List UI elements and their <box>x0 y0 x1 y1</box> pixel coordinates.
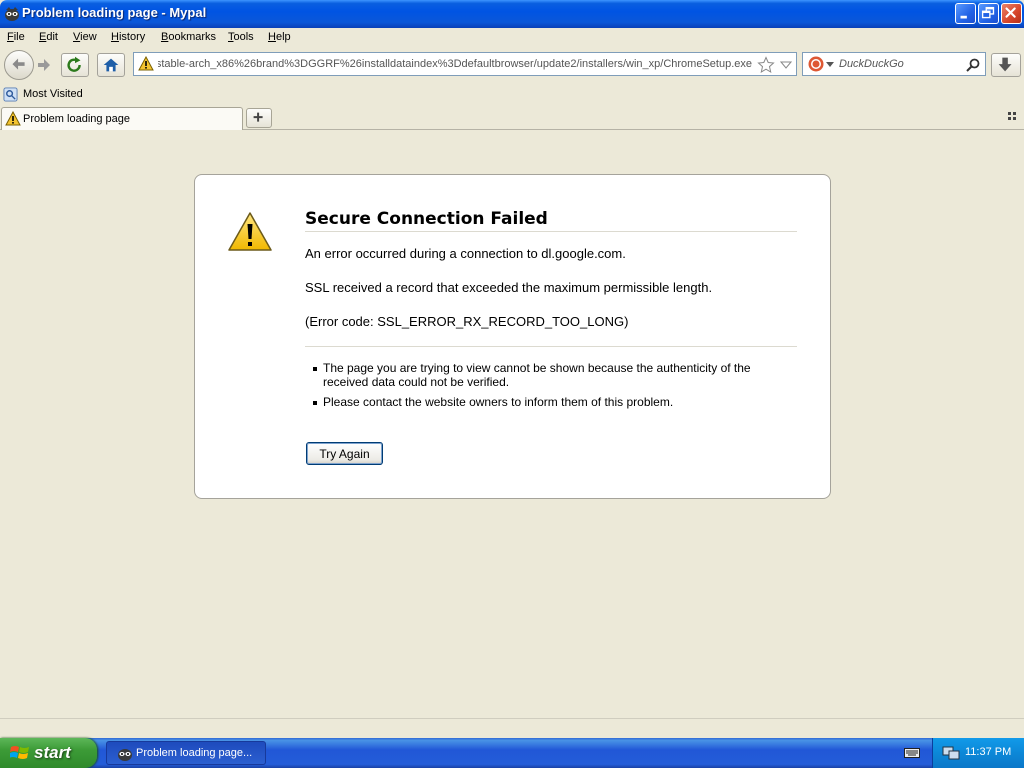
tab-problem-loading[interactable]: Problem loading page <box>1 107 243 130</box>
network-icon[interactable] <box>942 745 960 761</box>
menu-history[interactable]: History <box>108 29 148 46</box>
error-detail: SSL received a record that exceeded the … <box>305 280 713 295</box>
error-card: Secure Connection Failed An error occurr… <box>194 174 831 499</box>
error-message: An error occurred during a connection to… <box>305 246 626 261</box>
bookmarks-toolbar: Most Visited <box>0 84 1024 105</box>
reload-button[interactable] <box>61 53 89 77</box>
bookmark-folder-icon <box>3 87 18 102</box>
error-title: Secure Connection Failed <box>305 209 548 229</box>
back-icon <box>12 58 25 70</box>
search-engine-dropdown-icon[interactable] <box>826 62 834 68</box>
tab-label: Problem loading page <box>23 113 131 125</box>
warning-icon <box>138 56 154 71</box>
bookmark-most-visited[interactable]: Most Visited <box>23 88 83 100</box>
search-icon[interactable] <box>965 57 981 73</box>
new-tab-button[interactable] <box>246 108 272 128</box>
menu-edit[interactable]: Edit <box>36 29 61 46</box>
menu-file[interactable]: File <box>4 29 28 46</box>
menu-tools[interactable]: Tools <box>225 29 257 46</box>
clock[interactable]: 11:37 PM <box>965 746 1011 758</box>
menu-view[interactable]: View <box>70 29 100 46</box>
status-bar-divider <box>0 718 1024 719</box>
close-icon <box>1005 7 1016 18</box>
reload-icon <box>67 56 81 72</box>
taskbar-item-label: Problem loading page... <box>136 747 253 759</box>
search-input[interactable]: DuckDuckGo <box>839 58 904 70</box>
keyboard-icon[interactable] <box>904 747 920 759</box>
list-item: The page you are trying to view cannot b… <box>313 361 783 389</box>
minimize-icon <box>960 15 967 19</box>
menu-bar: File Edit View History Bookmarks Tools H… <box>0 28 1024 48</box>
mypal-icon <box>118 749 132 761</box>
new-tab-icon <box>253 112 263 122</box>
tab-strip: Problem loading page <box>0 105 1024 130</box>
error-bullet-list: The page you are trying to view cannot b… <box>313 361 783 415</box>
url-text[interactable]: stable-arch_x86%26brand%3DGGRF%26install… <box>158 58 752 72</box>
tab-warning-icon <box>5 111 21 126</box>
star-icon[interactable] <box>757 56 775 74</box>
download-icon <box>998 57 1012 72</box>
menu-help[interactable]: Help <box>265 29 294 46</box>
restore-icon <box>981 6 995 19</box>
back-button[interactable] <box>4 50 34 80</box>
restore-button[interactable] <box>978 3 999 24</box>
dropdown-icon[interactable] <box>780 60 792 70</box>
duckduckgo-icon[interactable] <box>808 56 824 72</box>
search-bar[interactable]: DuckDuckGo <box>802 52 986 76</box>
home-icon <box>103 58 119 72</box>
window-title: Problem loading page - Mypal <box>22 5 207 20</box>
system-tray: 11:37 PM <box>932 738 1024 768</box>
home-button[interactable] <box>97 53 125 77</box>
error-code: (Error code: SSL_ERROR_RX_RECORD_TOO_LON… <box>305 314 629 329</box>
taskbar: start Problem loading page... 11:37 PM <box>0 738 1024 768</box>
back-forward-group <box>4 50 58 80</box>
start-button[interactable]: start <box>0 738 97 768</box>
mypal-icon <box>5 7 19 21</box>
list-item: Please contact the website owners to inf… <box>313 395 783 409</box>
menu-bookmarks[interactable]: Bookmarks <box>158 29 219 46</box>
start-label: start <box>34 743 71 762</box>
section-divider <box>305 346 797 347</box>
forward-button[interactable] <box>34 55 56 75</box>
downloads-button[interactable] <box>991 53 1021 77</box>
navigation-toolbar: stable-arch_x86%26brand%3DGGRF%26install… <box>0 48 1024 84</box>
tab-list-icon[interactable] <box>1008 112 1018 122</box>
windows-logo-icon <box>10 746 29 759</box>
url-bar[interactable]: stable-arch_x86%26brand%3DGGRF%26install… <box>133 52 797 76</box>
close-button[interactable] <box>1001 3 1022 24</box>
warning-icon <box>228 212 272 251</box>
title-bar[interactable]: Problem loading page - Mypal <box>0 0 1024 28</box>
title-divider <box>305 231 797 232</box>
minimize-button[interactable] <box>955 3 976 24</box>
try-again-button[interactable]: Try Again <box>306 442 383 465</box>
forward-icon <box>38 59 50 71</box>
taskbar-item-mypal[interactable]: Problem loading page... <box>106 741 266 765</box>
